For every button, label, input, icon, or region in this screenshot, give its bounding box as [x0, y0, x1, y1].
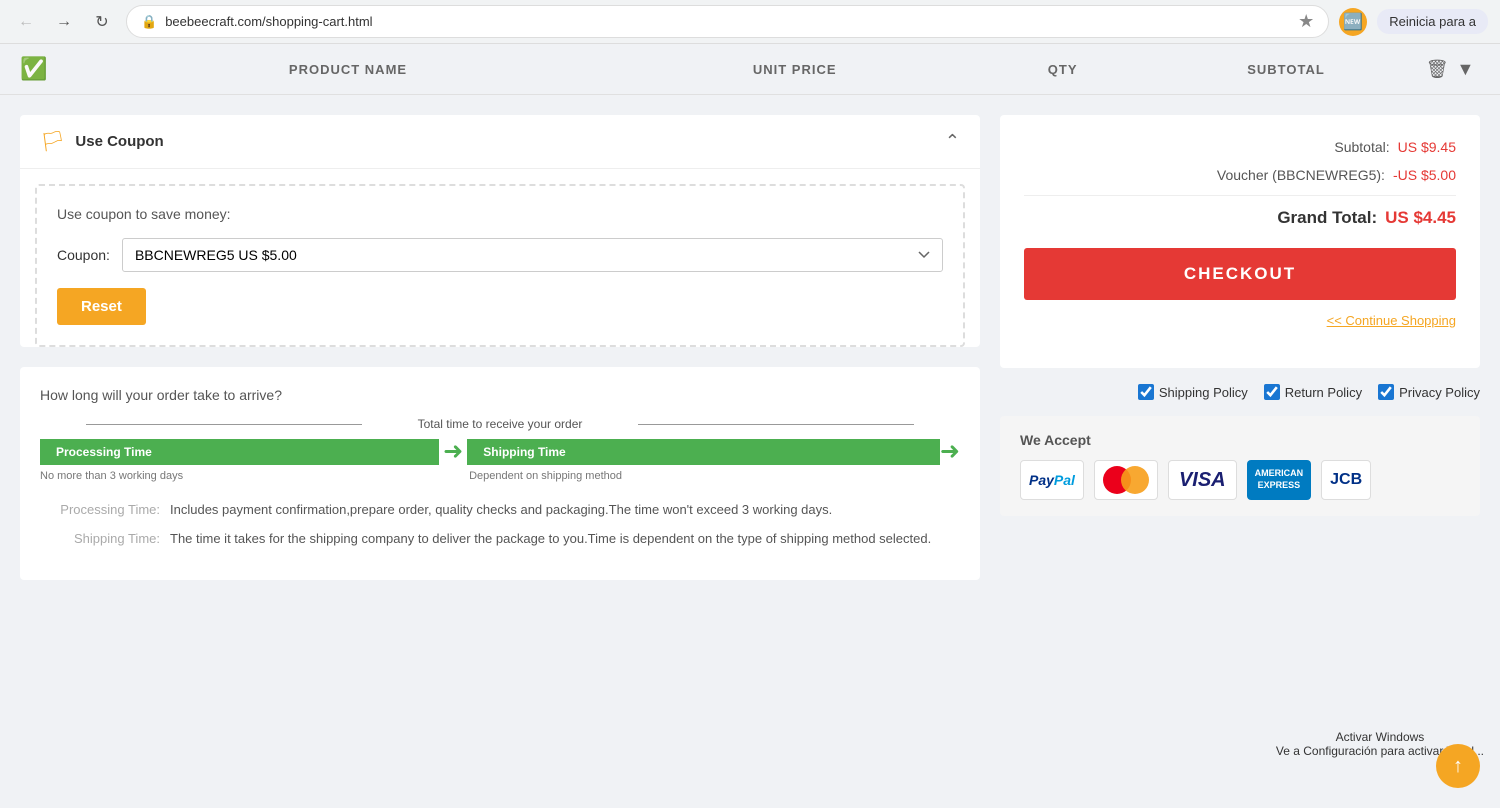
arrow-end-icon: ➜ — [940, 437, 960, 466]
paypal-icon: PayPal — [1020, 460, 1084, 500]
amex-text: AMERICANEXPRESS — [1255, 468, 1304, 491]
back-button[interactable]: ← — [12, 8, 40, 36]
main-layout: 🏳 Use Coupon ⌃ Use coupon to save money:… — [0, 95, 1500, 600]
bookmark-icon[interactable]: ★ — [1298, 11, 1314, 32]
extension-button[interactable]: 🆕 — [1339, 8, 1367, 36]
shipping-policy-label: Shipping Policy — [1159, 385, 1248, 400]
arrow-icon: ➜ — [443, 437, 463, 466]
payment-icons: PayPal VISA AMERICANEXPRESS JCB — [1020, 460, 1460, 500]
header-qty: QTY — [973, 62, 1152, 77]
shipping-detail-text: The time it takes for the shipping compa… — [170, 531, 960, 546]
subtotal-label: Subtotal: — [1334, 139, 1389, 155]
order-summary: Subtotal: US $9.45 Voucher (BBCNEWREG5):… — [1000, 115, 1480, 368]
coupon-select[interactable]: BBCNEWREG5 US $5.00 — [122, 238, 943, 272]
amex-icon: AMERICANEXPRESS — [1247, 460, 1312, 500]
header-subtotal: SUBTOTAL — [1152, 62, 1420, 77]
coupon-body: Use coupon to save money: Coupon: BBCNEW… — [35, 184, 965, 347]
left-panel: 🏳 Use Coupon ⌃ Use coupon to save money:… — [20, 115, 980, 580]
summary-divider — [1024, 195, 1456, 196]
activate-line1: Activar Windows — [1276, 730, 1484, 744]
return-policy-label: Return Policy — [1285, 385, 1362, 400]
paypal-text: PayPal — [1029, 472, 1075, 488]
shipping-detail: Shipping Time: The time it takes for the… — [40, 531, 960, 546]
chevron-up-icon[interactable]: ⌃ — [945, 131, 960, 152]
timeline-total-label: Total time to receive your order — [40, 417, 960, 431]
timeline-container: Total time to receive your order Process… — [40, 417, 960, 482]
paypal-pay: Pay — [1029, 472, 1054, 488]
reload-button[interactable]: ↻ — [88, 8, 116, 36]
mastercard-icon — [1094, 460, 1158, 500]
voucher-value: -US $5.00 — [1393, 167, 1456, 183]
coupon-section: 🏳 Use Coupon ⌃ Use coupon to save money:… — [20, 115, 980, 347]
coupon-icon: 🏳 — [40, 129, 65, 154]
url-text: beebeecraft.com/shopping-cart.html — [165, 14, 372, 29]
jcb-icon: JCB — [1321, 460, 1371, 500]
subtotal-row: Subtotal: US $9.45 — [1024, 139, 1456, 155]
timeline-bars: Processing Time ➜ Shipping Time ➜ — [40, 437, 960, 466]
grand-total-row: Grand Total: US $4.45 — [1024, 208, 1456, 228]
header-actions: 🗑 ▼ — [1420, 59, 1480, 80]
privacy-policy-item[interactable]: Privacy Policy — [1378, 384, 1480, 400]
mc-circle-right — [1121, 466, 1149, 494]
cart-table-header: ✅ PRODUCT NAME UNIT PRICE QTY SUBTOTAL 🗑… — [0, 44, 1500, 95]
payment-title: We Accept — [1020, 432, 1460, 448]
coupon-save-text: Use coupon to save money: — [57, 206, 943, 222]
shipping-policy-item[interactable]: Shipping Policy — [1138, 384, 1248, 400]
processing-detail: Processing Time: Includes payment confir… — [40, 502, 960, 517]
policies: Shipping Policy Return Policy Privacy Po… — [1000, 384, 1480, 400]
header-checkbox-col: ✅ — [20, 56, 80, 82]
processing-sublabel: No more than 3 working days — [40, 470, 449, 482]
shipping-detail-label: Shipping Time: — [40, 531, 160, 546]
browser-chrome: ← → ↻ 🔒 beebeecraft.com/shopping-cart.ht… — [0, 0, 1500, 44]
coupon-header-left: 🏳 Use Coupon — [40, 129, 164, 154]
visa-icon: VISA — [1168, 460, 1237, 500]
continue-shopping-link[interactable]: << Continue Shopping — [1327, 313, 1456, 328]
scroll-top-button[interactable]: ↑ — [1436, 744, 1480, 788]
shipping-bar: Shipping Time — [467, 439, 940, 465]
shipping-question: How long will your order take to arrive? — [40, 387, 960, 403]
processing-detail-text: Includes payment confirmation,prepare or… — [170, 502, 960, 517]
subtotal-value: US $9.45 — [1398, 139, 1456, 155]
voucher-row: Voucher (BBCNEWREG5): -US $5.00 — [1024, 167, 1456, 183]
checkout-button[interactable]: CHECKOUT — [1024, 248, 1456, 300]
forward-button[interactable]: → — [50, 8, 78, 36]
timeline-sublabels: No more than 3 working days Dependent on… — [40, 470, 960, 482]
security-icon: 🔒 — [141, 14, 157, 30]
return-policy-checkbox[interactable] — [1264, 384, 1280, 400]
coupon-row: Coupon: BBCNEWREG5 US $5.00 — [57, 238, 943, 272]
coupon-title: Use Coupon — [75, 133, 163, 150]
address-bar[interactable]: 🔒 beebeecraft.com/shopping-cart.html ★ — [126, 5, 1329, 38]
paypal-pal: Pal — [1054, 472, 1075, 488]
shipping-info: How long will your order take to arrive?… — [20, 367, 980, 580]
reinicia-button[interactable]: Reinicia para a — [1377, 9, 1488, 34]
grand-total-value: US $4.45 — [1385, 208, 1456, 228]
processing-bar: Processing Time — [40, 439, 439, 465]
privacy-policy-label: Privacy Policy — [1399, 385, 1480, 400]
shipping-sublabel: Dependent on shipping method — [469, 470, 960, 482]
shipping-policy-checkbox[interactable] — [1138, 384, 1154, 400]
continue-shopping-container: << Continue Shopping — [1024, 312, 1456, 328]
coupon-header: 🏳 Use Coupon ⌃ — [20, 115, 980, 169]
payment-section: We Accept PayPal VISA AMERICANEXPR — [1000, 416, 1480, 516]
header-product-name: PRODUCT NAME — [80, 62, 616, 77]
voucher-label: Voucher (BBCNEWREG5): — [1217, 167, 1385, 183]
return-policy-item[interactable]: Return Policy — [1264, 384, 1362, 400]
header-unit-price: UNIT PRICE — [616, 62, 973, 77]
privacy-policy-checkbox[interactable] — [1378, 384, 1394, 400]
right-panel: Subtotal: US $9.45 Voucher (BBCNEWREG5):… — [1000, 115, 1480, 516]
grand-total-label: Grand Total: — [1277, 208, 1377, 228]
coupon-label: Coupon: — [57, 247, 110, 263]
processing-detail-label: Processing Time: — [40, 502, 160, 517]
reset-button[interactable]: Reset — [57, 288, 146, 325]
